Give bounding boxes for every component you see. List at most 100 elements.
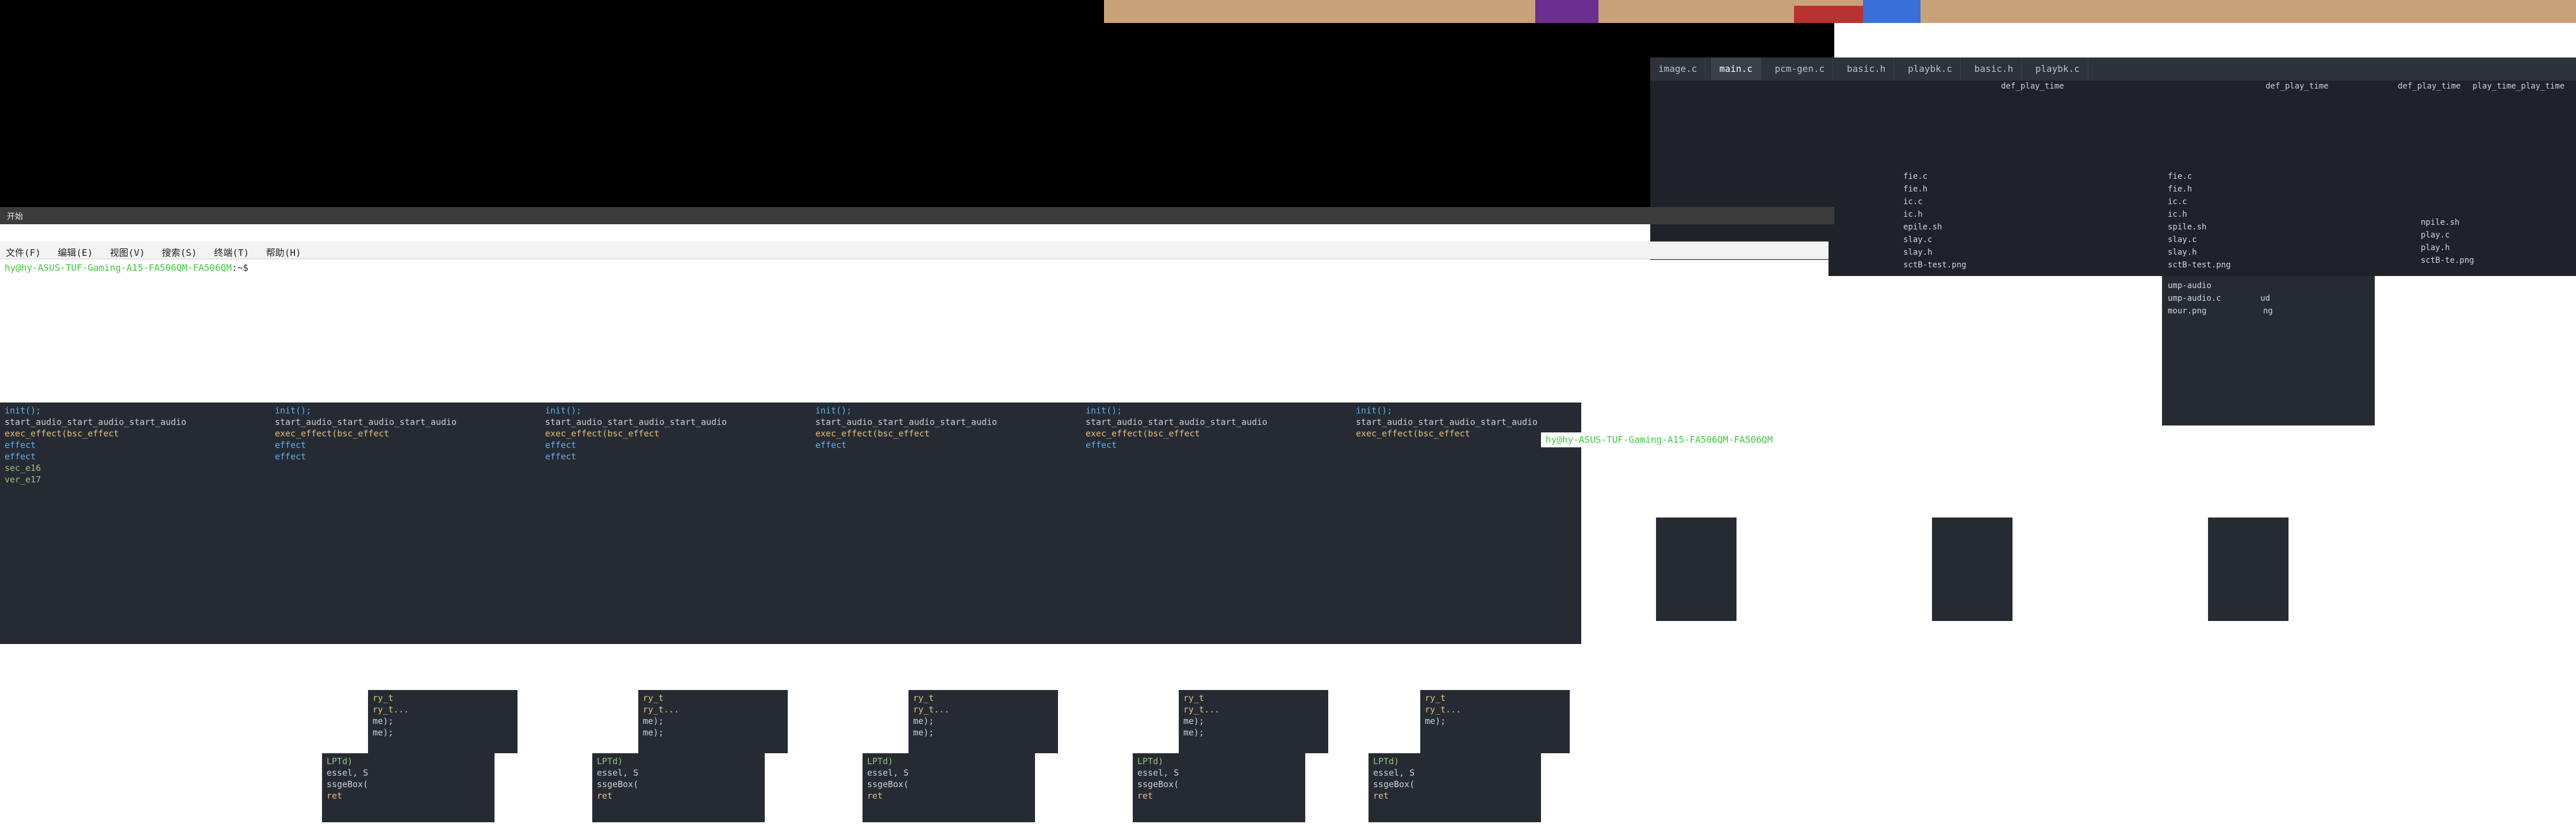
code-line: effect xyxy=(275,451,306,462)
code-line: essel, S xyxy=(1373,768,1415,778)
tab-playbk-c[interactable]: playbk.c xyxy=(1900,57,1961,80)
bottom-code-3: LPTd) essel, S ssgeBox( ret xyxy=(862,753,1035,822)
lower-code-2: ry_t ry_t... me); me); xyxy=(638,690,788,753)
prompt-path: :~$ xyxy=(231,262,248,273)
code-line: ssgeBox( xyxy=(327,779,369,789)
code-line: init(); xyxy=(5,405,41,416)
terminal-prompt-row: hy@hy-ASUS-TUF-Gaming-A15-FA506QM-FA506Q… xyxy=(0,260,1828,276)
file-list-right: fie.c fie.h ic.c ic.h spile.sh slay.c sl… xyxy=(2162,167,2300,276)
menu-search[interactable]: 搜索(S) xyxy=(156,241,203,259)
code-line: ssgeBox( xyxy=(1137,779,1179,789)
code-line: me); xyxy=(913,727,934,738)
start-button[interactable]: 开始 xyxy=(0,207,30,224)
file-item[interactable]: slay.h xyxy=(1903,246,2030,259)
editor-header-2: def_play_time xyxy=(2266,82,2329,91)
file-item[interactable]: play.c xyxy=(2421,229,2524,241)
code-line: LPTd) xyxy=(327,756,353,766)
menu-edit[interactable]: 编辑(E) xyxy=(52,241,99,259)
prompt-user-host: hy@hy-ASUS-TUF-Gaming-A15-FA506QM-FA506Q… xyxy=(1546,434,1773,445)
code-line: LPTd) xyxy=(867,756,894,766)
code-line: effect xyxy=(275,440,306,450)
code-line: ret xyxy=(867,791,883,801)
code-panel-3: init(); start_audio_start_audio_start_au… xyxy=(540,402,811,644)
code-line: me); xyxy=(643,727,664,738)
code-line: start_audio_start_audio_start_audio xyxy=(545,417,727,427)
file-item[interactable]: fie.h xyxy=(2168,183,2294,195)
editor-sidebar-bottom: ump-audio ump-audio.c ud mour.png ng xyxy=(2162,276,2375,425)
code-line: init(); xyxy=(545,405,582,416)
thumbnail-red[interactable] xyxy=(1794,6,1863,23)
code-line: me); xyxy=(913,716,934,726)
code-line: me); xyxy=(643,716,664,726)
file-item[interactable]: epile.sh xyxy=(1903,221,2030,233)
code-line: ssgeBox( xyxy=(867,779,909,789)
sidebar-item[interactable]: ump-audio xyxy=(2168,279,2369,292)
code-panel-5: init(); start_audio_start_audio_start_au… xyxy=(1081,402,1351,644)
file-item[interactable]: ic.c xyxy=(2168,195,2294,208)
editor-header-3: def_play_time xyxy=(2398,82,2461,91)
code-line: essel, S xyxy=(597,768,639,778)
file-item[interactable]: ic.c xyxy=(1903,195,2030,208)
code-line: ry_t xyxy=(373,693,394,703)
code-line: me); xyxy=(373,716,394,726)
file-list-far: npile.sh play.c play.h sctB-te.png xyxy=(2415,213,2530,276)
sidebar-file-list: ump-audio ump-audio.c ud mour.png ng xyxy=(2162,276,2375,321)
file-item[interactable]: sctB-te.png xyxy=(2421,254,2524,267)
code-line: ret xyxy=(1137,791,1153,801)
menu-view[interactable]: 视图(V) xyxy=(104,241,151,259)
file-item[interactable]: ic.h xyxy=(1903,208,2030,221)
lower-code-4: ry_t ry_t... me); me); xyxy=(1179,690,1328,753)
lower-code-3: ry_t ry_t... me); me); xyxy=(908,690,1058,753)
tab-playbk-c-2[interactable]: playbk.c xyxy=(2027,57,2088,80)
code-line: start_audio_start_audio_start_audio xyxy=(275,417,457,427)
code-line: effect xyxy=(545,451,577,462)
bottom-code-4: LPTd) essel, S ssgeBox( ret xyxy=(1133,753,1305,822)
code-line: me); xyxy=(373,727,394,738)
code-line: ry_t... xyxy=(1425,704,1462,715)
file-item[interactable]: sctB-test.png xyxy=(2168,259,2294,271)
prompt-user-host: hy@hy-ASUS-TUF-Gaming-A15-FA506QM-FA506Q… xyxy=(5,262,232,273)
file-item[interactable]: npile.sh xyxy=(2421,216,2524,229)
file-item[interactable]: slay.c xyxy=(1903,233,2030,246)
code-line: effect xyxy=(5,440,36,450)
editor-header-4: play_time_play_time xyxy=(2472,82,2565,91)
file-item[interactable]: ic.h xyxy=(2168,208,2294,221)
code-line: ry_t... xyxy=(373,704,409,715)
menu-terminal[interactable]: 终端(T) xyxy=(208,241,255,259)
tab-basic-h[interactable]: basic.h xyxy=(1839,57,1895,80)
file-item[interactable]: slay.h xyxy=(2168,246,2294,259)
lower-code-1: ry_t ry_t... me); me); xyxy=(368,690,518,753)
code-line: ry_t xyxy=(1183,693,1205,703)
code-line: effect xyxy=(1086,440,1117,450)
code-line: ret xyxy=(327,791,343,801)
thumbnail-purple[interactable] xyxy=(1535,0,1598,23)
tab-pcm-gen-c[interactable]: pcm-gen.c xyxy=(1767,57,1834,80)
thumbnail-blue[interactable] xyxy=(1863,0,1920,23)
code-line: effect xyxy=(5,451,36,462)
code-line: exec_effect(bsc_effect xyxy=(5,428,119,439)
sidebar-item[interactable]: mour.png ng xyxy=(2168,305,2369,317)
tab-basic-h-2[interactable]: basic.h xyxy=(1966,57,2022,80)
file-item[interactable]: sctB-test.png xyxy=(1903,259,2030,271)
file-item[interactable]: play.h xyxy=(2421,241,2524,254)
code-line: start_audio_start_audio_start_audio xyxy=(1356,417,1538,427)
code-line: me); xyxy=(1183,727,1205,738)
file-item[interactable]: slay.c xyxy=(2168,233,2294,246)
code-line: ssgeBox( xyxy=(597,779,639,789)
menu-file[interactable]: 文件(F) xyxy=(0,241,47,259)
top-black-region xyxy=(0,0,1834,207)
file-item[interactable]: spile.sh xyxy=(2168,221,2294,233)
terminal-prompt-row-2: hy@hy-ASUS-TUF-Gaming-A15-FA506QM-FA506Q… xyxy=(1541,432,2576,447)
code-line: essel, S xyxy=(1137,768,1179,778)
file-item[interactable]: fie.h xyxy=(1903,183,2030,195)
sidebar-item[interactable]: ump-audio.c ud xyxy=(2168,292,2369,305)
tab-image-c[interactable]: image.c xyxy=(1650,57,1706,80)
code-line: exec_effect(bsc_effect xyxy=(545,428,660,439)
tab-main-c[interactable]: main.c xyxy=(1711,57,1761,80)
code-panel-1: init(); start_audio_start_audio_start_au… xyxy=(0,402,270,644)
code-line: LPTd) xyxy=(1137,756,1164,766)
file-item[interactable]: fie.c xyxy=(2168,170,2294,183)
file-item[interactable]: fie.c xyxy=(1903,170,2030,183)
menu-help[interactable]: 帮助(H) xyxy=(260,241,307,259)
lower-code-5: ry_t ry_t... me); xyxy=(1420,690,1570,753)
